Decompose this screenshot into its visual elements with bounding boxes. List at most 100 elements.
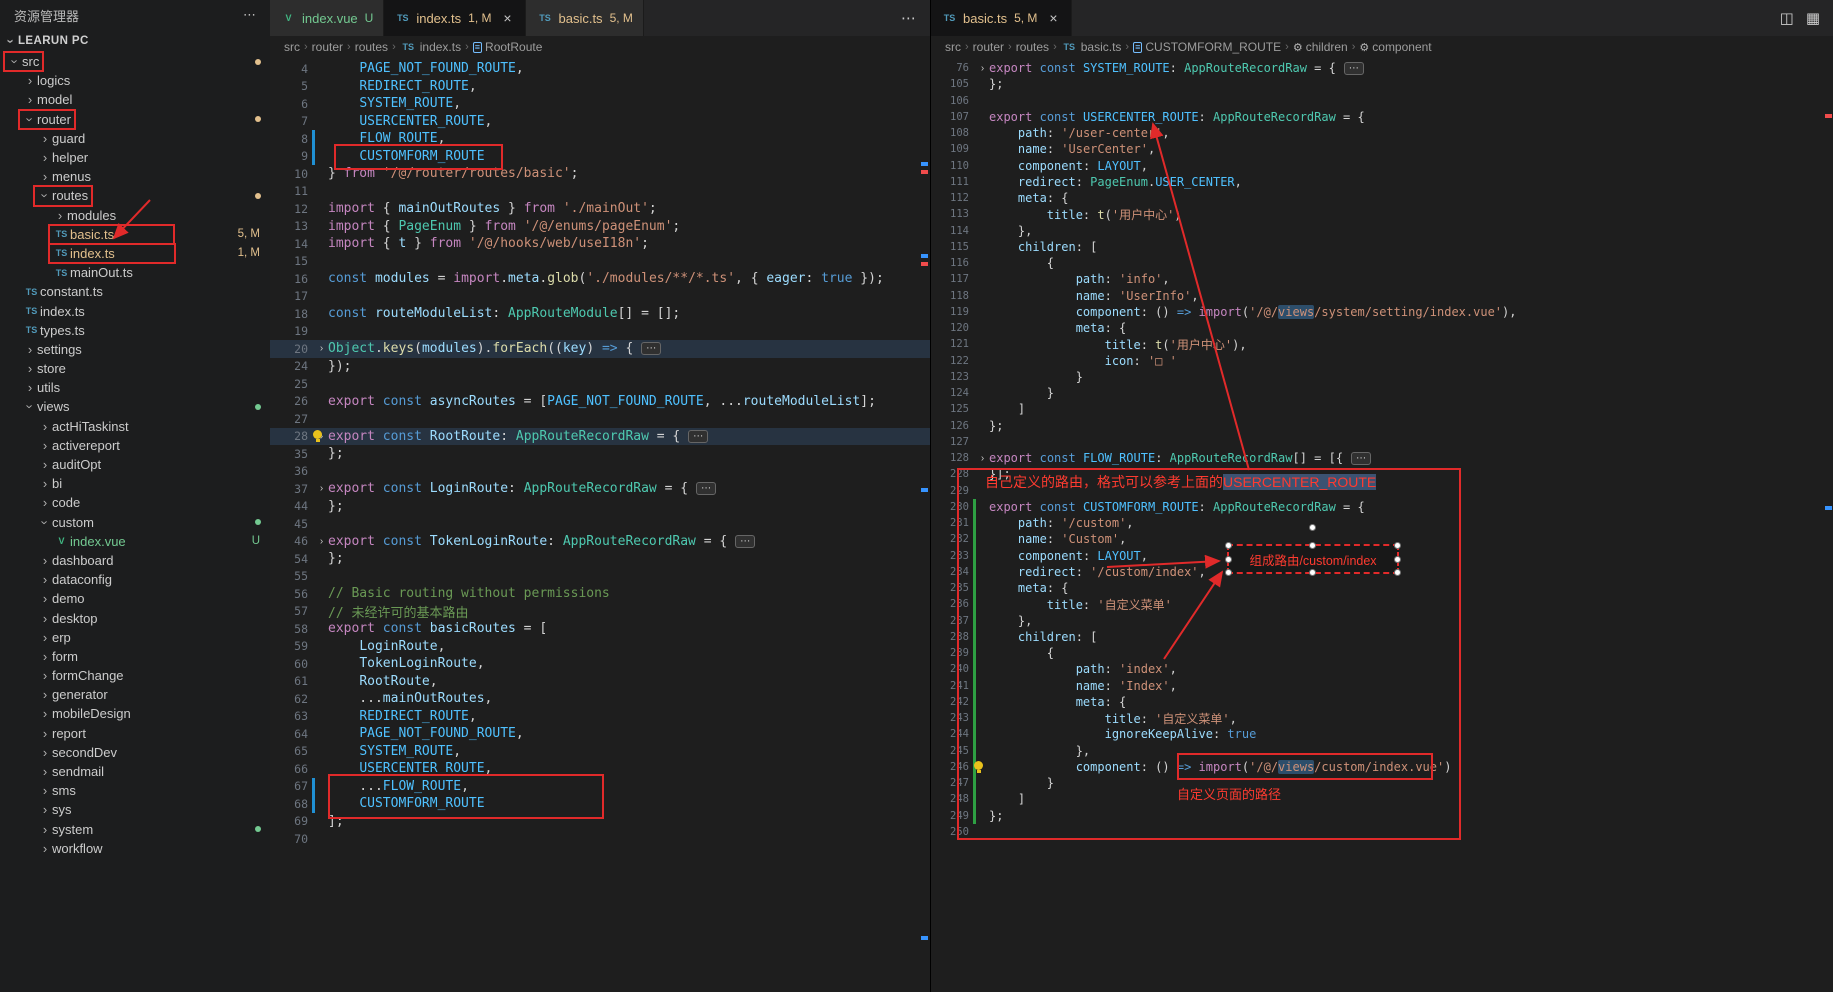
- code-line-24[interactable]: 24});: [270, 358, 930, 376]
- fold-collapsed-icon[interactable]: ›: [315, 483, 328, 494]
- code-line-14[interactable]: 14import { t } from '/@/hooks/web/useI18…: [270, 235, 930, 253]
- breadcrumb-item-routes[interactable]: routes: [355, 40, 388, 54]
- code-line-11[interactable]: 11: [270, 183, 930, 201]
- folded-code-ellipsis[interactable]: ⋯: [641, 342, 661, 355]
- explorer-item-code[interactable]: ›code: [0, 493, 270, 512]
- explorer-item-dashboard[interactable]: ›dashboard: [0, 551, 270, 570]
- code-line-111[interactable]: 111 redirect: PageEnum.USER_CENTER,: [931, 174, 1833, 190]
- code-line-67[interactable]: 67 ...FLOW_ROUTE,: [270, 778, 930, 796]
- explorer-item-dataconfig[interactable]: ›dataconfig: [0, 570, 270, 589]
- code-line-109[interactable]: 109 name: 'UserCenter',: [931, 141, 1833, 157]
- explorer-item-index.vue[interactable]: Vindex.vueU: [0, 532, 270, 551]
- code-line-20[interactable]: 20›Object.keys(modules).forEach((key) =>…: [270, 340, 930, 358]
- code-line-127[interactable]: 127: [931, 434, 1833, 450]
- fold-collapsed-icon[interactable]: ›: [315, 343, 328, 354]
- code-line-110[interactable]: 110 component: LAYOUT,: [931, 158, 1833, 174]
- folded-code-ellipsis[interactable]: ⋯: [696, 482, 716, 495]
- selection-handle[interactable]: [1394, 556, 1401, 563]
- more-actions-icon[interactable]: ⋯: [243, 7, 256, 23]
- rotation-handle[interactable]: [1309, 524, 1316, 531]
- folded-code-ellipsis[interactable]: ⋯: [735, 535, 755, 548]
- breadcrumb-item-router[interactable]: router: [973, 40, 1004, 54]
- explorer-item-bi[interactable]: ›bi: [0, 474, 270, 493]
- code-line-105[interactable]: 105};: [931, 76, 1833, 92]
- code-line-56[interactable]: 56// Basic routing without permissions: [270, 585, 930, 603]
- explorer-item-routes[interactable]: ›routes: [0, 186, 270, 205]
- code-line-63[interactable]: 63 REDIRECT_ROUTE,: [270, 708, 930, 726]
- code-line-64[interactable]: 64 PAGE_NOT_FOUND_ROUTE,: [270, 725, 930, 743]
- tab-index.ts[interactable]: TSindex.ts1, M×: [384, 0, 526, 36]
- fold-collapsed-icon[interactable]: ›: [976, 63, 989, 74]
- explorer-item-router[interactable]: ›router: [0, 110, 270, 129]
- code-line-113[interactable]: 113 title: t('用户中心'): [931, 206, 1833, 222]
- explorer-item-utils[interactable]: ›utils: [0, 378, 270, 397]
- code-line-13[interactable]: 13import { PageEnum } from '/@/enums/pag…: [270, 218, 930, 236]
- code-line-69[interactable]: 69];: [270, 813, 930, 831]
- code-line-68[interactable]: 68 CUSTOMFORM_ROUTE: [270, 795, 930, 813]
- explorer-item-report[interactable]: ›report: [0, 724, 270, 743]
- explorer-item-types.ts[interactable]: TStypes.ts: [0, 321, 270, 340]
- explorer-item-constant.ts[interactable]: TSconstant.ts: [0, 282, 270, 301]
- explorer-item-settings[interactable]: ›settings: [0, 340, 270, 359]
- explorer-item-basic.ts[interactable]: TSbasic.ts5, M: [0, 225, 270, 244]
- code-line-240[interactable]: 240 path: 'index',: [931, 661, 1833, 677]
- folded-code-ellipsis[interactable]: ⋯: [1344, 62, 1364, 75]
- explorer-item-logics[interactable]: ›logics: [0, 71, 270, 90]
- code-line-55[interactable]: 55: [270, 568, 930, 586]
- code-line-65[interactable]: 65 SYSTEM_ROUTE,: [270, 743, 930, 761]
- code-line-6[interactable]: 6 SYSTEM_ROUTE,: [270, 95, 930, 113]
- code-line-62[interactable]: 62 ...mainOutRoutes,: [270, 690, 930, 708]
- selection-handle[interactable]: [1225, 542, 1232, 549]
- lightbulb-icon[interactable]: [312, 430, 323, 442]
- code-line-229[interactable]: 229: [931, 483, 1833, 499]
- fold-collapsed-icon[interactable]: ›: [315, 536, 328, 547]
- code-line-26[interactable]: 26export const asyncRoutes = [PAGE_NOT_F…: [270, 393, 930, 411]
- code-line-230[interactable]: 230export const CUSTOMFORM_ROUTE: AppRou…: [931, 499, 1833, 515]
- explorer-item-mainOut.ts[interactable]: TSmainOut.ts: [0, 263, 270, 282]
- code-line-19[interactable]: 19: [270, 323, 930, 341]
- folded-code-ellipsis[interactable]: ⋯: [1351, 452, 1371, 465]
- explorer-item-auditOpt[interactable]: ›auditOpt: [0, 455, 270, 474]
- annotation-note-route-compose[interactable]: 组成路由/custom/index: [1227, 544, 1399, 574]
- breadcrumb-item-basic.ts[interactable]: TSbasic.ts: [1061, 40, 1122, 54]
- code-line-246[interactable]: 246 component: () => import('/@/views/cu…: [931, 759, 1833, 775]
- code-line-76[interactable]: 76›export const SYSTEM_ROUTE: AppRouteRe…: [931, 60, 1833, 76]
- breadcrumb-item-index.ts[interactable]: TSindex.ts: [400, 40, 461, 54]
- code-line-117[interactable]: 117 path: 'info',: [931, 271, 1833, 287]
- code-line-45[interactable]: 45: [270, 515, 930, 533]
- tab-basic.ts[interactable]: TSbasic.ts5, M: [526, 0, 643, 36]
- code-line-120[interactable]: 120 meta: {: [931, 320, 1833, 336]
- selection-handle[interactable]: [1309, 569, 1316, 576]
- tab-basic.ts[interactable]: TSbasic.ts5, M×: [931, 0, 1072, 36]
- code-line-107[interactable]: 107export const USERCENTER_ROUTE: AppRou…: [931, 109, 1833, 125]
- explorer-item-index.ts[interactable]: TSindex.ts1, M: [0, 244, 270, 263]
- breadcrumb-item-component[interactable]: ⚙component: [1359, 40, 1431, 54]
- breadcrumb-item-RootRoute[interactable]: ≡RootRoute: [473, 40, 543, 54]
- code-line-239[interactable]: 239 {: [931, 645, 1833, 661]
- code-line-125[interactable]: 125 ]: [931, 401, 1833, 417]
- code-line-12[interactable]: 12import { mainOutRoutes } from './mainO…: [270, 200, 930, 218]
- code-line-46[interactable]: 46›export const TokenLoginRoute: AppRout…: [270, 533, 930, 551]
- code-line-114[interactable]: 114 },: [931, 223, 1833, 239]
- code-line-235[interactable]: 235 meta: {: [931, 580, 1833, 596]
- code-line-124[interactable]: 124 }: [931, 385, 1833, 401]
- code-line-122[interactable]: 122 icon: '□ ': [931, 353, 1833, 369]
- code-line-248[interactable]: 248 ]: [931, 791, 1833, 807]
- explorer-item-model[interactable]: ›model: [0, 90, 270, 109]
- code-line-119[interactable]: 119 component: () => import('/@/views/sy…: [931, 304, 1833, 320]
- code-line-16[interactable]: 16const modules = import.meta.glob('./mo…: [270, 270, 930, 288]
- tab-index.vue[interactable]: Vindex.vueU: [270, 0, 384, 36]
- right-code-area[interactable]: 76›export const SYSTEM_ROUTE: AppRouteRe…: [931, 58, 1833, 992]
- breadcrumb-item-CUSTOMFORM_ROUTE[interactable]: ≡CUSTOMFORM_ROUTE: [1133, 40, 1281, 54]
- explorer-item-secondDev[interactable]: ›secondDev: [0, 743, 270, 762]
- code-line-70[interactable]: 70: [270, 830, 930, 848]
- code-line-236[interactable]: 236 title: '自定义菜单': [931, 596, 1833, 612]
- code-line-108[interactable]: 108 path: '/user-center',: [931, 125, 1833, 141]
- code-line-247[interactable]: 247 }: [931, 775, 1833, 791]
- fold-collapsed-icon[interactable]: ›: [976, 453, 989, 464]
- customize-layout-icon[interactable]: ▦: [1806, 9, 1820, 27]
- selection-handle[interactable]: [1225, 556, 1232, 563]
- explorer-item-form[interactable]: ›form: [0, 647, 270, 666]
- explorer-item-modules[interactable]: ›modules: [0, 206, 270, 225]
- tab-close-icon[interactable]: ×: [1045, 10, 1061, 26]
